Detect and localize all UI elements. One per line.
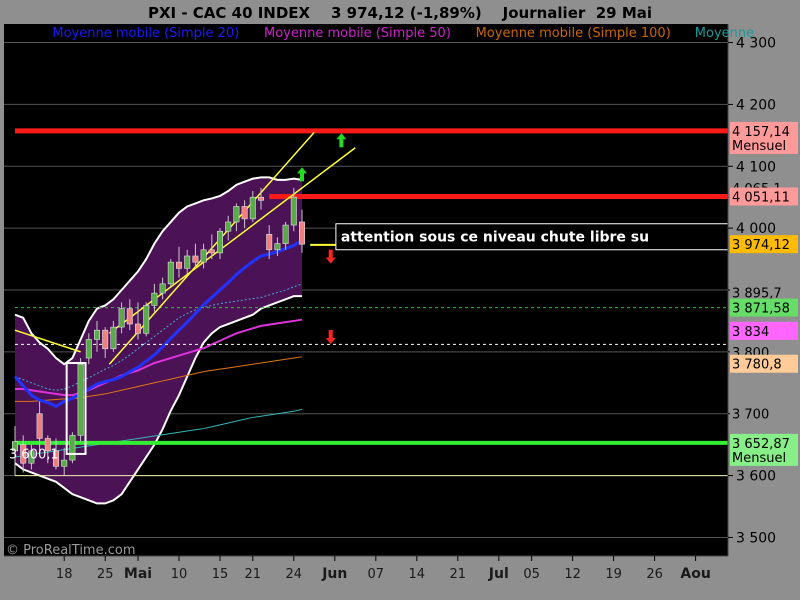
price-chart[interactable]: attention sous ce niveau chute libre su 3… xyxy=(0,0,800,600)
y-tick-label: 4 100 xyxy=(736,159,776,175)
candle xyxy=(167,259,174,287)
price-level-tag-value: 3 652,87 xyxy=(732,437,790,452)
candle-body xyxy=(126,308,133,325)
candle-body xyxy=(36,413,43,439)
x-tick-label: 14 xyxy=(409,567,426,582)
price-level-tag: 3 700 xyxy=(730,404,798,423)
candle-body xyxy=(110,326,117,350)
x-tick-label: 12 xyxy=(564,567,581,582)
candle-body xyxy=(266,234,273,251)
candle-body xyxy=(77,363,84,436)
price-level-tag: 3 652,87Mensuel xyxy=(730,433,798,466)
candle-body xyxy=(241,206,248,220)
candle-body xyxy=(290,196,297,226)
x-tick-label: 21 xyxy=(450,567,467,582)
price-level-tag-value: 3 834 xyxy=(732,325,769,340)
price-level-tag-value: 4 051,11 xyxy=(732,191,790,206)
candle-body xyxy=(298,221,305,245)
candle-body xyxy=(94,329,101,340)
candle-body xyxy=(118,308,125,328)
candle-body xyxy=(208,249,215,254)
candle-body xyxy=(184,255,191,269)
price-level-tag: 4 051,11 xyxy=(730,187,798,206)
candle-body xyxy=(167,261,174,285)
price-level-tag-value: 3 780,8 xyxy=(732,358,782,373)
y-tick-label: 4 000 xyxy=(736,221,776,237)
y-tick-label: 3 600 xyxy=(736,469,776,485)
x-tick-label: Jul xyxy=(488,566,509,582)
credit-text: © ProRealTime.com xyxy=(6,543,136,558)
candle xyxy=(77,358,84,442)
candle-body xyxy=(143,305,150,334)
x-tick-label: 21 xyxy=(245,567,262,582)
candle-body xyxy=(249,196,256,220)
candle-body xyxy=(135,323,142,334)
legend-entry: Moyenne mobile (Simple 50) xyxy=(264,26,451,41)
candle-body xyxy=(151,292,158,306)
candle-body xyxy=(69,435,76,461)
x-tick-label: 15 xyxy=(212,567,229,582)
x-tick-label: 25 xyxy=(97,567,114,582)
price-level-tag: 3 871,58 xyxy=(730,298,798,317)
chart-window: PXI - CAC 40 INDEX 3 974,12 (-1,89%) Jou… xyxy=(0,0,800,600)
price-level-tag-sub: Mensuel xyxy=(732,451,786,466)
price-level-tag-value: 3 871,58 xyxy=(732,302,790,317)
price-level-tag: 3 834 xyxy=(730,321,798,340)
price-level-tag: 3 974,12 xyxy=(730,235,798,254)
candle-body xyxy=(200,249,207,263)
candle-body xyxy=(102,329,109,350)
annotation-text: attention sous ce niveau chute libre su xyxy=(341,230,649,246)
candle-body xyxy=(61,459,68,467)
candle-body xyxy=(225,221,232,232)
price-level-tag-value: 3 974,12 xyxy=(732,238,790,253)
x-tick-label: 05 xyxy=(523,567,540,582)
candle-body xyxy=(233,206,240,223)
legend: Prix Moyenne mobile (Simple 20) Moyenne mo… xyxy=(8,26,754,41)
candle-body xyxy=(257,196,264,201)
price-level-tag: 4 157,14Mensuel xyxy=(730,121,798,154)
x-tick-label: 18 xyxy=(56,567,73,582)
y-tick-label: 4 200 xyxy=(736,97,776,113)
price-level-tag-value: 4 157,14 xyxy=(732,125,790,140)
x-tick-label: 07 xyxy=(368,567,385,582)
low-value-label: 3 600,1 xyxy=(9,447,59,462)
x-tick-label: 10 xyxy=(171,567,188,582)
x-tick-label: 24 xyxy=(286,567,303,582)
legend-entry: Moyenne xyxy=(695,26,754,41)
legend-entry: Moyenne mobile (Simple 20) xyxy=(52,26,239,41)
candle-body xyxy=(217,230,224,254)
candle xyxy=(69,432,76,464)
x-tick-label: Jun xyxy=(321,566,347,582)
y-tick-label: 3 500 xyxy=(736,530,776,546)
x-tick-label: 19 xyxy=(605,567,622,582)
candle-body xyxy=(176,261,183,269)
price-level-tag: 3 780,8 xyxy=(730,354,798,373)
candle-body xyxy=(282,224,289,244)
legend-entry: Prix xyxy=(8,26,33,41)
legend-entry: Moyenne mobile (Simple 100) xyxy=(476,26,671,41)
price-level-tag-value: 3 700 xyxy=(732,408,769,423)
x-tick-label: 26 xyxy=(646,567,663,582)
candle-body xyxy=(85,339,92,359)
candle-body xyxy=(274,243,281,251)
candle-body xyxy=(159,283,166,294)
x-tick-label: Aou xyxy=(680,566,710,582)
x-tick-label: Mai xyxy=(124,566,152,582)
price-level-tag-sub: Mensuel xyxy=(732,139,786,154)
candle xyxy=(143,302,150,337)
candle-body xyxy=(192,255,199,263)
